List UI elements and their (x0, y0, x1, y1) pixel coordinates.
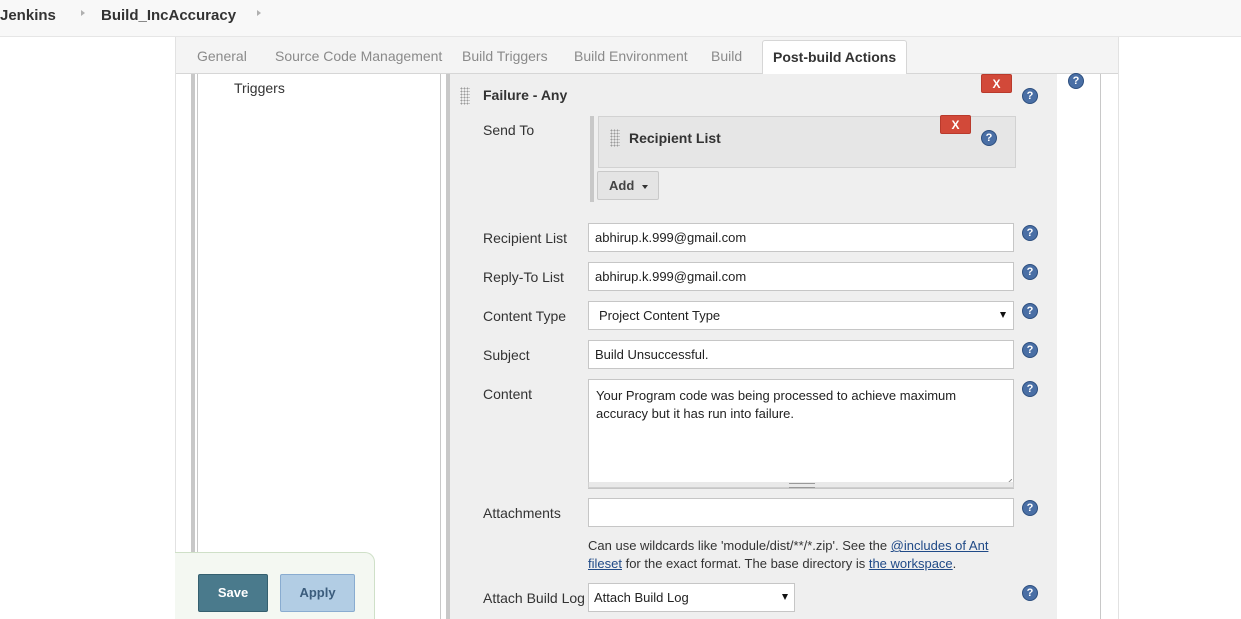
recipient-list-label: Recipient List (483, 230, 568, 246)
send-to-label: Send To (483, 122, 535, 138)
dropdown-arrow-icon (782, 594, 788, 600)
subject-label: Subject (483, 347, 530, 363)
help-icon[interactable] (1022, 88, 1038, 104)
tab-build-environment[interactable]: Build Environment (574, 48, 688, 64)
breadcrumb-project[interactable]: Build_IncAccuracy (101, 7, 236, 24)
help-icon[interactable] (1068, 73, 1084, 89)
attach-build-log-select[interactable]: Attach Build Log (588, 583, 795, 612)
breadcrumb-jenkins[interactable]: Jenkins (0, 7, 56, 24)
triggers-label: Triggers (234, 80, 285, 96)
tab-build[interactable]: Build (711, 48, 742, 64)
content-type-select[interactable]: Project Content Type (588, 301, 1014, 330)
reply-to-list-label: Reply-To List (483, 269, 564, 285)
content-type-label: Content Type (483, 308, 567, 324)
add-button-label: Add (609, 178, 635, 193)
recipient-list-title: Recipient List (629, 130, 721, 146)
recipient-list-provider: Recipient List X (598, 115, 1016, 168)
textarea-resize-handle[interactable] (588, 482, 1014, 488)
help-icon[interactable] (1022, 264, 1038, 280)
attachments-hint: Can use wildcards like 'module/dist/**/*… (588, 537, 998, 573)
save-apply-bar: Save Apply (175, 552, 375, 619)
content-text: Your Program code was being processed to… (596, 388, 957, 421)
config-tabbar: General Source Code Management Build Tri… (176, 37, 1118, 75)
help-icon[interactable] (1022, 381, 1038, 397)
workspace-link[interactable]: the workspace (869, 556, 953, 571)
dropdown-arrow-icon (1000, 312, 1006, 318)
section-divider (1100, 74, 1101, 619)
tab-build-triggers[interactable]: Build Triggers (462, 48, 548, 64)
delete-recipient-button[interactable]: X (940, 115, 971, 134)
tab-post-build-actions[interactable]: Post-build Actions (762, 40, 908, 75)
help-icon[interactable] (981, 130, 997, 146)
help-icon[interactable] (1022, 500, 1038, 516)
section-divider (191, 74, 195, 619)
help-icon[interactable] (1022, 303, 1038, 319)
breadcrumb: Jenkins Build_IncAccuracy (0, 0, 1241, 37)
hint-text: for the exact format. The base directory… (621, 556, 869, 571)
content-type-value: Project Content Type (599, 308, 721, 323)
tab-general[interactable]: General (197, 48, 247, 64)
breadcrumb-chevron-icon[interactable] (81, 10, 85, 16)
subject-input[interactable]: Build Unsuccessful. (588, 340, 1014, 369)
attachments-label: Attachments (483, 505, 561, 521)
help-icon[interactable] (1022, 342, 1038, 358)
apply-button[interactable]: Apply (280, 574, 355, 612)
delete-trigger-button[interactable]: X (981, 74, 1012, 93)
attachments-input[interactable] (588, 498, 1014, 527)
attach-build-log-label: Attach Build Log (483, 590, 585, 606)
content-textarea[interactable]: Your Program code was being processed to… (588, 379, 1014, 489)
content-label: Content (483, 386, 533, 402)
config-frame: General Source Code Management Build Tri… (175, 37, 1119, 619)
breadcrumb-chevron-icon[interactable] (257, 10, 261, 16)
trigger-block-failure-any: Failure - Any X Send To Recipient List X… (446, 74, 1057, 619)
help-icon[interactable] (1022, 585, 1038, 601)
attach-build-log-value: Attach Build Log (594, 590, 689, 605)
help-icon[interactable] (1022, 225, 1038, 241)
drag-handle-icon[interactable] (460, 87, 470, 105)
hint-text: . (952, 556, 957, 571)
section-divider (197, 74, 198, 619)
caret-down-icon (642, 185, 648, 189)
tab-source-code-management[interactable]: Source Code Management (275, 48, 442, 64)
hint-text: Can use wildcards like 'module/dist/**/*… (588, 538, 891, 553)
save-button[interactable]: Save (198, 574, 268, 612)
drag-handle-icon[interactable] (610, 129, 620, 147)
reply-to-list-input[interactable]: abhirup.k.999@gmail.com (588, 262, 1014, 291)
recipient-list-input[interactable]: abhirup.k.999@gmail.com (588, 223, 1014, 252)
send-to-container: Recipient List X Add (590, 115, 1016, 202)
section-divider (440, 74, 441, 619)
add-button[interactable]: Add (597, 171, 659, 200)
trigger-title: Failure - Any (483, 87, 568, 103)
